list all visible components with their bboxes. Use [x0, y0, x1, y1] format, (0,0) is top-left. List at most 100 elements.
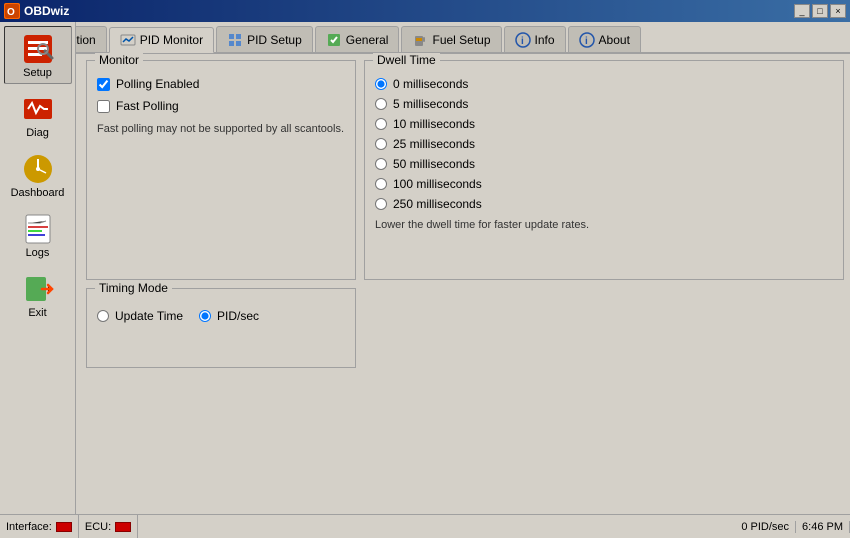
timing-mode-title: Timing Mode [95, 281, 172, 295]
dwell-option-row: 50 milliseconds [375, 157, 833, 171]
dwell-radio-10[interactable] [375, 118, 387, 130]
content-wrapper: Monitor Polling Enabled Fast Polling Fas… [80, 54, 850, 374]
timing-options: Update Time PID/sec [97, 305, 345, 329]
status-time: 6:46 PM [802, 521, 843, 533]
tab-about[interactable]: i About [568, 26, 641, 52]
dwell-option-row: 5 milliseconds [375, 97, 833, 111]
tab-pid-monitor[interactable]: PID Monitor [109, 27, 214, 53]
maximize-button[interactable]: □ [812, 4, 828, 18]
panels-row: Monitor Polling Enabled Fast Polling Fas… [86, 60, 844, 280]
diag-icon [20, 91, 56, 127]
dwell-label-50: 50 milliseconds [393, 157, 475, 171]
app-title: OBDwiz [24, 4, 69, 18]
dashboard-icon [20, 151, 56, 187]
sidebar-item-setup[interactable]: Setup [4, 26, 72, 84]
monitor-info-text: Fast polling may not be supported by all… [97, 123, 345, 135]
dwell-label-25: 25 milliseconds [393, 137, 475, 151]
status-bar: Interface: ECU: 0 PID/sec 6:46 PM [0, 514, 850, 538]
fast-polling-checkbox[interactable] [97, 100, 110, 113]
interface-segment: Interface: [0, 515, 79, 538]
tab-fuel-setup[interactable]: Fuel Setup [401, 26, 501, 52]
info-tab-icon: i [515, 32, 531, 48]
fast-polling-row: Fast Polling [97, 99, 345, 113]
sidebar-logs-label: Logs [26, 247, 50, 259]
fuel-setup-icon [412, 32, 428, 48]
tab-bar: Connection PID Monitor PID Setup [0, 22, 850, 54]
dwell-radio-25[interactable] [375, 138, 387, 150]
svg-text:i: i [521, 36, 524, 47]
dwell-radio-5[interactable] [375, 98, 387, 110]
sidebar-item-logs[interactable]: Logs [4, 206, 72, 264]
title-bar-buttons[interactable]: _ □ × [794, 4, 846, 18]
pid-monitor-icon [120, 32, 136, 48]
pid-sec-row: PID/sec [199, 309, 259, 323]
fast-polling-label: Fast Polling [116, 99, 179, 113]
svg-text:O: O [7, 7, 15, 18]
tab-fuel-setup-label: Fuel Setup [432, 33, 490, 47]
title-bar: O OBDwiz _ □ × [0, 0, 850, 22]
dwell-options: 0 milliseconds 5 milliseconds 10 milliseco… [375, 77, 833, 211]
dwell-radio-100[interactable] [375, 178, 387, 190]
update-time-label: Update Time [115, 309, 183, 323]
about-tab-icon: i [579, 32, 595, 48]
dwell-label-0: 0 milliseconds [393, 77, 468, 91]
tab-about-label: About [599, 33, 630, 47]
pid-sec-label: PID/sec [217, 309, 259, 323]
ecu-led [115, 522, 131, 532]
tab-pid-monitor-label: PID Monitor [140, 33, 203, 47]
polling-enabled-row: Polling Enabled [97, 77, 345, 91]
sidebar: Setup Diag Dashboard [0, 22, 76, 514]
pid-sec-radio[interactable] [199, 310, 211, 322]
tab-general-label: General [346, 33, 389, 47]
dwell-label-100: 100 milliseconds [393, 177, 482, 191]
close-button[interactable]: × [830, 4, 846, 18]
sidebar-exit-label: Exit [28, 307, 46, 319]
dwell-label-10: 10 milliseconds [393, 117, 475, 131]
dwell-hint-text: Lower the dwell time for faster update r… [375, 219, 833, 231]
dwell-option-row: 25 milliseconds [375, 137, 833, 151]
title-bar-left: O OBDwiz [4, 3, 69, 19]
general-icon [326, 32, 342, 48]
pid-rate-segment: 0 PID/sec [735, 521, 796, 533]
interface-led [56, 522, 72, 532]
status-right: 0 PID/sec 6:46 PM [735, 521, 850, 533]
sidebar-item-dashboard[interactable]: Dashboard [4, 146, 72, 204]
dwell-radio-0[interactable] [375, 78, 387, 90]
interface-label: Interface: [6, 521, 52, 533]
dwell-radio-50[interactable] [375, 158, 387, 170]
exit-icon [20, 271, 56, 307]
time-segment: 6:46 PM [796, 521, 850, 533]
dwell-option-row: 0 milliseconds [375, 77, 833, 91]
polling-enabled-checkbox[interactable] [97, 78, 110, 91]
sidebar-diag-label: Diag [26, 127, 49, 139]
update-time-radio[interactable] [97, 310, 109, 322]
dwell-label-5: 5 milliseconds [393, 97, 468, 111]
setup-icon [20, 31, 56, 67]
ecu-label: ECU: [85, 521, 111, 533]
sidebar-item-diag[interactable]: Diag [4, 86, 72, 144]
polling-enabled-label: Polling Enabled [116, 77, 199, 91]
tab-pid-setup[interactable]: PID Setup [216, 26, 313, 52]
tab-info[interactable]: i Info [504, 26, 566, 52]
tab-general[interactable]: General [315, 26, 400, 52]
dwell-label-250: 250 milliseconds [393, 197, 482, 211]
update-time-row: Update Time [97, 309, 183, 323]
timing-mode-group: Timing Mode Update Time PID/sec [86, 288, 356, 368]
dwell-option-row: 10 milliseconds [375, 117, 833, 131]
dwell-option-row: 100 milliseconds [375, 177, 833, 191]
dwell-option-row: 250 milliseconds [375, 197, 833, 211]
monitor-group: Monitor Polling Enabled Fast Polling Fas… [86, 60, 356, 280]
minimize-button[interactable]: _ [794, 4, 810, 18]
sidebar-dashboard-label: Dashboard [11, 187, 65, 199]
pid-rate: 0 PID/sec [741, 521, 789, 533]
sidebar-setup-label: Setup [23, 67, 52, 79]
app-icon: O [4, 3, 20, 19]
dwell-time-group: Dwell Time 0 milliseconds5 milliseconds1… [364, 60, 844, 280]
ecu-segment: ECU: [79, 515, 138, 538]
sidebar-item-exit[interactable]: Exit [4, 266, 72, 324]
logs-icon [20, 211, 56, 247]
tab-pid-setup-label: PID Setup [247, 33, 302, 47]
dwell-radio-250[interactable] [375, 198, 387, 210]
pid-setup-icon [227, 32, 243, 48]
monitor-title: Monitor [95, 53, 143, 67]
